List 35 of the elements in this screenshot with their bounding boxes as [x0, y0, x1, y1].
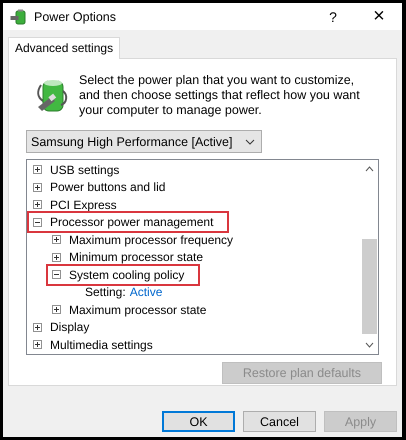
chevron-down-icon [245, 138, 255, 144]
setting-value-link[interactable]: Active [130, 285, 162, 300]
plan-dropdown[interactable]: Samsung High Performance [Active] [26, 130, 262, 153]
tab[interactable]: Advanced settings [8, 37, 120, 59]
tree-item[interactable]: Maximum processor frequency [69, 232, 234, 247]
tree-item[interactable]: PCI Express [50, 198, 117, 212]
collapse-icon[interactable] [52, 270, 61, 280]
scroll-down-icon[interactable] [365, 342, 374, 348]
setting-label: Setting: [85, 285, 126, 300]
tree-item[interactable]: System cooling policy [69, 268, 184, 282]
tree-item[interactable]: Display [50, 320, 90, 334]
tree-item[interactable]: Processor power management [50, 215, 214, 230]
expand-icon[interactable] [33, 340, 42, 350]
battery-plug-icon [10, 8, 28, 24]
help-button[interactable]: ? [310, 3, 356, 30]
tree-item[interactable]: Power buttons and lid [50, 180, 166, 194]
expand-icon[interactable] [33, 182, 42, 192]
dialog-button[interactable]: Cancel [243, 411, 316, 432]
window-title: Power Options [34, 10, 116, 24]
close-button[interactable]: × [356, 3, 402, 30]
expand-icon[interactable] [52, 235, 61, 244]
tree-item[interactable]: Maximum processor state [69, 302, 206, 317]
expand-icon[interactable] [33, 165, 42, 174]
tree-item[interactable]: USB settings [50, 162, 120, 177]
expand-icon[interactable] [33, 200, 42, 210]
dialog-button[interactable]: OK [162, 411, 235, 432]
scroll-thumb[interactable] [362, 239, 377, 334]
expand-icon[interactable] [52, 305, 61, 314]
expand-icon[interactable] [33, 322, 42, 332]
scroll-up-icon[interactable] [365, 166, 374, 172]
tree-item[interactable]: Minimum processor state [69, 250, 204, 264]
tree-item[interactable]: Multimedia settings [50, 338, 153, 352]
collapse-icon[interactable] [33, 218, 42, 227]
expand-icon[interactable] [52, 252, 61, 262]
description-text: Select the power plan that you want to customize, and then choose settings that reflect how you want your computer to manage power. [79, 73, 361, 118]
